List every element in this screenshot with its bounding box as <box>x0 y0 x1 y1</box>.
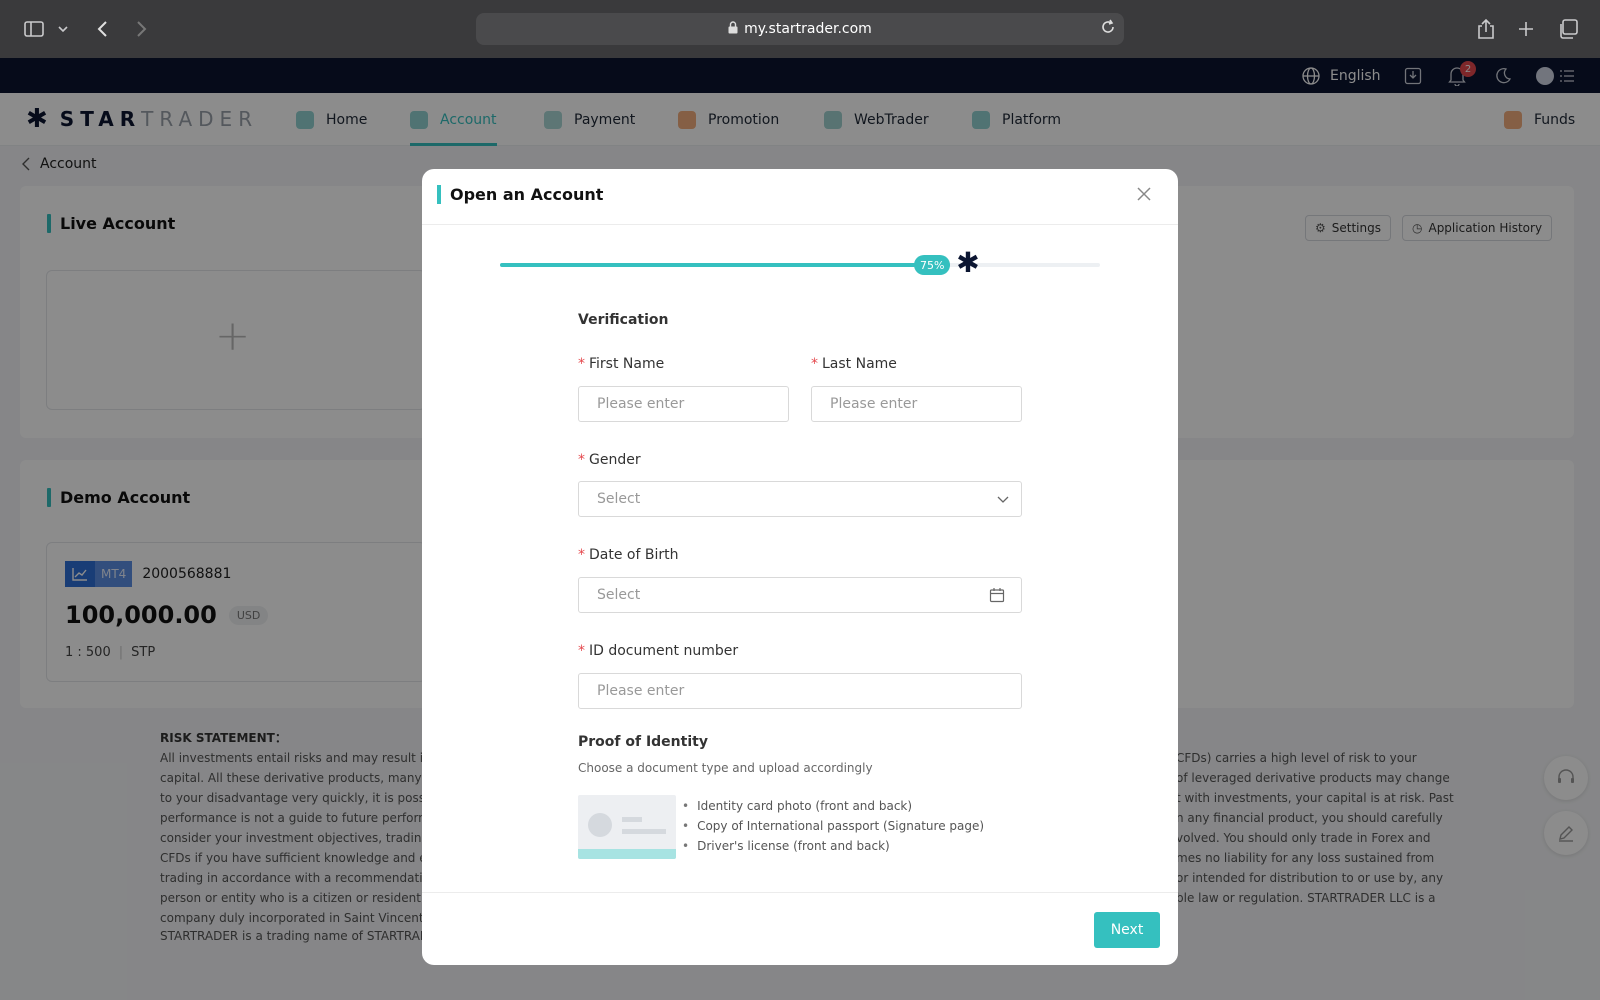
first-name-label: * First Name <box>578 356 665 372</box>
chevron-down-icon[interactable] <box>56 16 70 42</box>
id-number-input[interactable] <box>578 673 1022 709</box>
lock-icon <box>728 20 738 38</box>
verification-heading: Verification <box>578 312 669 328</box>
list-item: Identity card photo (front and back) <box>682 796 984 816</box>
star-progress-icon: ✱ <box>956 246 980 279</box>
reload-icon[interactable] <box>1100 19 1116 39</box>
gender-select[interactable]: Select <box>578 481 1022 517</box>
url-bar[interactable]: my.startrader.com <box>476 13 1124 45</box>
progress-track <box>500 263 1100 267</box>
dob-picker[interactable]: Select <box>578 577 1022 613</box>
id-card-illustration <box>578 795 676 859</box>
last-name-input[interactable] <box>811 386 1022 422</box>
back-icon[interactable] <box>92 16 112 42</box>
proof-of-identity-heading: Proof of Identity <box>578 734 708 750</box>
url-text: my.startrader.com <box>744 21 872 37</box>
gender-value: Select <box>597 491 641 507</box>
progress-fill <box>500 263 950 267</box>
proof-subtitle: Choose a document type and upload accord… <box>578 761 873 775</box>
browser-chrome: my.startrader.com <box>0 0 1600 58</box>
dob-label: * Date of Birth <box>578 547 679 563</box>
plus-icon[interactable] <box>1515 16 1537 42</box>
id-number-label: * ID document number <box>578 643 739 659</box>
modal-header: Open an Account <box>422 169 1178 225</box>
list-item: Copy of International passport (Signatur… <box>682 816 984 836</box>
close-icon[interactable] <box>1136 183 1152 208</box>
modal-title: Open an Account <box>437 185 603 204</box>
gender-label: * Gender <box>578 452 641 468</box>
dob-value: Select <box>597 587 641 603</box>
tabs-icon[interactable] <box>1556 16 1580 42</box>
first-name-input[interactable] <box>578 386 789 422</box>
forward-icon[interactable] <box>132 16 152 42</box>
next-button[interactable]: Next <box>1094 912 1160 948</box>
share-icon[interactable] <box>1475 16 1497 42</box>
modal-footer-divider <box>422 892 1178 893</box>
calendar-icon <box>989 587 1005 607</box>
open-account-modal: Open an Account 75% ✱ Verification * Firs… <box>422 169 1178 965</box>
sidebar-icon[interactable] <box>22 16 46 42</box>
document-type-list: Identity card photo (front and back) Cop… <box>682 796 984 856</box>
chevron-down-icon <box>997 491 1009 511</box>
list-item: Driver's license (front and back) <box>682 836 984 856</box>
last-name-label: * Last Name <box>811 356 897 372</box>
progress-label: 75% <box>914 255 951 275</box>
